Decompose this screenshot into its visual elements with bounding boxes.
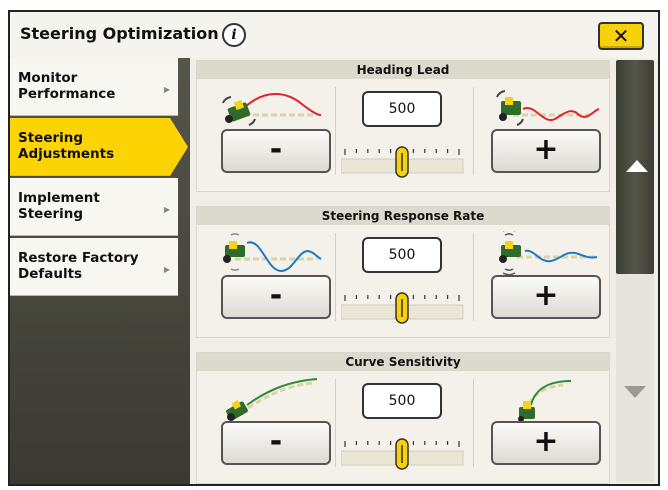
heading-lead-decrease-button[interactable]: -	[221, 129, 331, 173]
response-rate-increase-button[interactable]: +	[491, 275, 601, 319]
tractor-response-slow-icon	[223, 233, 322, 273]
sidebar-item-label: Restore Factory	[18, 250, 139, 266]
chevron-right-icon: ▶	[163, 265, 170, 274]
steering-response-rate-section: Steering Response Rate - 500 +	[196, 206, 610, 338]
close-button[interactable]: ✕	[598, 22, 644, 50]
section-title: Curve Sensitivity	[197, 353, 609, 371]
scrollbar-track[interactable]	[616, 274, 654, 482]
sidebar-item-steering-adjustments[interactable]: Steering Adjustments	[10, 118, 188, 176]
curve-sensitivity-section: Curve Sensitivity - 500 +	[196, 352, 610, 484]
curve-sensitivity-increase-button[interactable]: +	[491, 421, 601, 465]
section-title: Heading Lead	[197, 61, 609, 79]
triangle-down-icon[interactable]	[624, 386, 646, 398]
sidebar-item-label: Steering	[18, 206, 84, 222]
heading-lead-value[interactable]: 500	[362, 91, 442, 127]
section-title: Steering Response Rate	[197, 207, 609, 225]
sidebar-item-implement-steering[interactable]: Implement Steering ▶	[10, 178, 178, 236]
title-bar: Steering Optimization i ✕	[10, 12, 658, 58]
divider	[473, 379, 474, 467]
divider	[335, 233, 336, 321]
triangle-up-icon[interactable]	[626, 160, 648, 172]
divider	[473, 233, 474, 321]
response-rate-value[interactable]: 500	[362, 237, 442, 273]
scrollbar-thumb[interactable]	[616, 60, 654, 274]
divider	[335, 379, 336, 467]
steering-optimization-dialog: Steering Optimization i ✕ Monitor Perfor…	[8, 10, 660, 486]
sidebar-item-label: Implement	[18, 190, 100, 206]
heading-lead-section: Heading Lead - 500 +	[196, 60, 610, 192]
info-icon[interactable]: i	[222, 23, 246, 47]
tractor-curve-tight-icon	[518, 380, 572, 421]
scrollbar[interactable]	[614, 60, 658, 484]
sidebar-item-restore-factory-defaults[interactable]: Restore Factory Defaults ▶	[10, 238, 178, 296]
tractor-heading-lead-more-icon	[496, 90, 600, 126]
heading-lead-slider[interactable]	[341, 141, 465, 183]
response-rate-slider[interactable]	[341, 287, 465, 329]
sidebar-item-monitor-performance[interactable]: Monitor Performance ▶	[10, 58, 178, 116]
tractor-heading-lead-less-icon	[222, 93, 322, 126]
dialog-title: Steering Optimization	[20, 24, 219, 43]
divider	[335, 87, 336, 175]
sidebar-item-label: Defaults	[18, 266, 83, 282]
settings-content: Heading Lead - 500 + Steering Response R…	[194, 60, 610, 484]
slider-thumb[interactable]	[395, 292, 409, 324]
chevron-right-icon: ▶	[163, 85, 170, 94]
response-rate-decrease-button[interactable]: -	[221, 275, 331, 319]
sidebar-item-label: Performance	[18, 86, 116, 102]
heading-lead-increase-button[interactable]: +	[491, 129, 601, 173]
curve-sensitivity-value[interactable]: 500	[362, 383, 442, 419]
sidebar-item-label: Steering	[18, 130, 84, 146]
divider	[473, 87, 474, 175]
curve-sensitivity-slider[interactable]	[341, 433, 465, 475]
sidebar-item-label: Monitor	[18, 70, 78, 86]
curve-sensitivity-decrease-button[interactable]: -	[221, 421, 331, 465]
slider-thumb[interactable]	[395, 146, 409, 178]
sidebar: Monitor Performance ▶ Steering Adjustmen…	[10, 58, 190, 484]
tractor-response-fast-icon	[499, 231, 598, 275]
tractor-curve-wide-icon	[226, 378, 318, 421]
chevron-right-icon: ▶	[163, 205, 170, 214]
sidebar-item-label: Adjustments	[18, 146, 115, 162]
slider-thumb[interactable]	[395, 438, 409, 470]
